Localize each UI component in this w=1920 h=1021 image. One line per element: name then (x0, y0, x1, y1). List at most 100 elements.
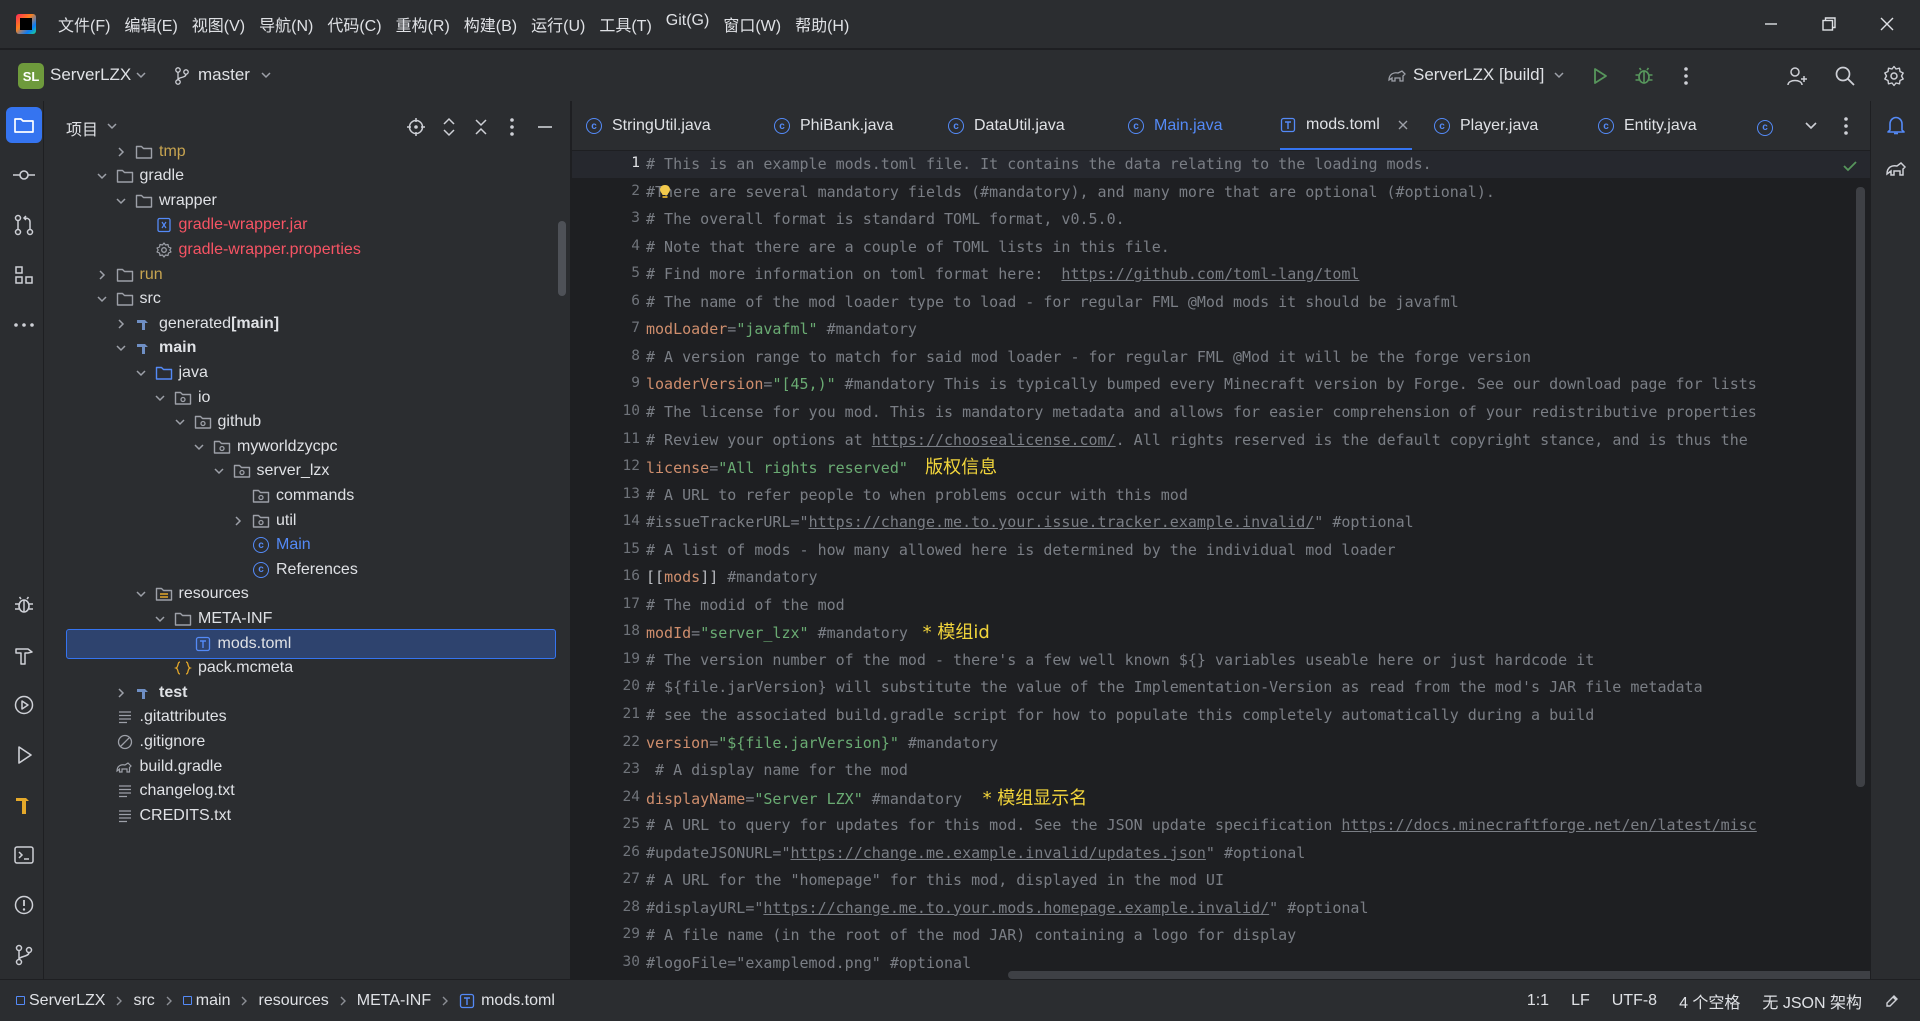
menu-item-5[interactable]: 重构(R) (396, 12, 450, 36)
search-icon[interactable] (1829, 60, 1861, 92)
close-window-icon[interactable] (1858, 0, 1916, 48)
breadcrumb-item[interactable]: src (133, 992, 154, 1010)
menu-item-10[interactable]: 窗口(W) (723, 12, 781, 36)
run-icon[interactable] (1584, 60, 1616, 92)
gradle-tool-elephant-icon[interactable] (1878, 151, 1914, 187)
gradle-build-icon[interactable] (6, 787, 42, 823)
branch-selector[interactable]: master (198, 65, 250, 85)
terminal-icon[interactable] (6, 837, 42, 873)
chevron-down-icon[interactable] (133, 586, 149, 602)
git-tool-icon[interactable] (6, 937, 42, 973)
no-problems-check-icon[interactable] (1842, 159, 1858, 173)
menu-item-1[interactable]: 编辑(E) (124, 12, 177, 36)
file-encoding[interactable]: UTF-8 (1612, 992, 1657, 1010)
toml-icon (194, 635, 212, 653)
pull-requests-icon[interactable] (6, 207, 42, 243)
structure-icon[interactable] (6, 257, 42, 293)
menu-item-0[interactable]: 文件(F) (58, 12, 110, 36)
read-only-lock-icon[interactable] (1884, 993, 1900, 1009)
code-link[interactable]: https://docs.minecraftforge.net/en/lates… (1341, 816, 1756, 834)
debug-icon[interactable] (1628, 60, 1660, 92)
chevron-down-icon[interactable] (172, 414, 188, 430)
chevron-down-icon[interactable] (94, 168, 110, 184)
chevron-down-icon[interactable] (152, 611, 168, 627)
editor-tab[interactable]: c Entity.java (1598, 101, 1697, 150)
editor-tab[interactable]: c StringUtil.java (586, 101, 711, 150)
editor-tab[interactable]: c Player.java (1434, 101, 1538, 150)
code-editor[interactable]: 1 2 3 4 5 6 7 8 9 10 11 12 13 14 15 16 17 18 19 20 21 22 23 24 2… (572, 151, 1870, 979)
tree-item[interactable]: CREDITS.txt (44, 801, 570, 831)
breadcrumb-item[interactable]: mods.toml (459, 992, 555, 1010)
code-link[interactable]: https://change.me.example.invalid/update… (791, 844, 1206, 862)
notifications-bell-icon[interactable] (1878, 107, 1914, 143)
tab-list-chevron-icon[interactable] (1804, 121, 1818, 131)
menu-item-6[interactable]: 构建(B) (464, 12, 517, 36)
code-link[interactable]: https://change.me.to.your.issue.tracker.… (809, 513, 1315, 531)
locate-file-icon[interactable] (406, 117, 426, 137)
class-icon[interactable]: c (1757, 117, 1773, 136)
chevron-right-icon[interactable] (94, 267, 110, 283)
chevron-down-icon[interactable] (113, 193, 129, 209)
run-configuration-selector[interactable]: ServerLZX [build] (1413, 65, 1544, 85)
caret-position[interactable]: 1:1 (1527, 992, 1549, 1010)
hide-panel-icon[interactable] (536, 117, 554, 137)
add-user-icon[interactable] (1781, 60, 1813, 92)
chevron-right-icon[interactable] (230, 513, 246, 529)
chevron-down-icon[interactable] (106, 121, 118, 131)
menu-item-3[interactable]: 导航(N) (259, 12, 313, 36)
expand-all-icon[interactable] (440, 117, 458, 137)
breadcrumb-item[interactable]: ServerLZX (16, 992, 105, 1010)
menu-item-7[interactable]: 运行(U) (531, 12, 585, 36)
chevron-down-icon[interactable] (152, 390, 168, 406)
tree-scrollbar[interactable] (558, 221, 566, 296)
problems-icon[interactable] (6, 887, 42, 923)
json-schema[interactable]: 无 JSON 架构 (1762, 989, 1862, 1013)
chevron-right-icon[interactable] (113, 685, 129, 701)
build-hammer-icon[interactable] (6, 637, 42, 673)
close-tab-icon[interactable] (1398, 120, 1408, 130)
services-icon[interactable] (6, 687, 42, 723)
debug-tool-bug-icon[interactable] (6, 587, 42, 623)
menu-item-11[interactable]: 帮助(H) (795, 12, 849, 36)
project-selector[interactable]: ServerLZX (50, 65, 131, 85)
menu-item-2[interactable]: 视图(V) (192, 12, 245, 36)
intellij-logo-icon[interactable] (16, 14, 36, 34)
editor-horizontal-scrollbar[interactable] (1008, 971, 1870, 979)
editor-tab[interactable]: mods.toml (1280, 101, 1412, 150)
chevron-down-icon[interactable] (113, 340, 129, 356)
editor-tab[interactable]: c PhiBank.java (774, 101, 893, 150)
breadcrumb-item[interactable]: resources (258, 992, 328, 1010)
collapse-all-icon[interactable] (472, 117, 490, 137)
editor-tab[interactable]: c DataUtil.java (948, 101, 1065, 150)
editor-tab[interactable]: c Main.java (1128, 101, 1222, 150)
menu-item-8[interactable]: 工具(T) (599, 12, 651, 36)
more-actions-icon[interactable] (1670, 60, 1702, 92)
toml-bracket: [[ (646, 568, 665, 587)
editor-options-icon[interactable] (1843, 116, 1849, 136)
line-separator[interactable]: LF (1571, 992, 1590, 1010)
run-tool-icon[interactable] (6, 737, 42, 773)
minimize-icon[interactable] (1742, 0, 1800, 48)
commit-icon[interactable] (6, 157, 42, 193)
breadcrumb-item[interactable]: main (182, 992, 230, 1010)
code-link[interactable]: https://change.me.to.your.mods.homepage.… (763, 899, 1269, 917)
options-menu-icon[interactable] (509, 117, 515, 137)
settings-gear-icon[interactable] (1878, 60, 1910, 92)
chevron-right-icon[interactable] (113, 316, 129, 332)
chevron-down-icon[interactable] (191, 439, 207, 455)
menu-item-9[interactable]: Git(G) (666, 12, 710, 36)
editor-vertical-scrollbar[interactable] (1856, 187, 1865, 787)
project-tool-folder-icon[interactable] (6, 107, 42, 143)
chevron-down-icon[interactable] (211, 463, 227, 479)
breadcrumb-item[interactable]: META-INF (357, 992, 431, 1010)
restore-icon[interactable] (1800, 0, 1858, 48)
indent-setting[interactable]: 4 个空格 (1679, 989, 1740, 1013)
chevron-down-icon[interactable] (94, 291, 110, 307)
chevron-right-icon[interactable] (113, 144, 129, 160)
chevron-down-icon[interactable] (133, 365, 149, 381)
project-badge[interactable]: SL (18, 63, 44, 89)
more-tool-windows-icon[interactable] (6, 307, 42, 343)
code-link[interactable]: https://github.com/toml-lang/toml (1061, 265, 1359, 283)
code-link[interactable]: https://choosealicense.com/ (872, 431, 1116, 449)
menu-item-4[interactable]: 代码(C) (327, 12, 381, 36)
